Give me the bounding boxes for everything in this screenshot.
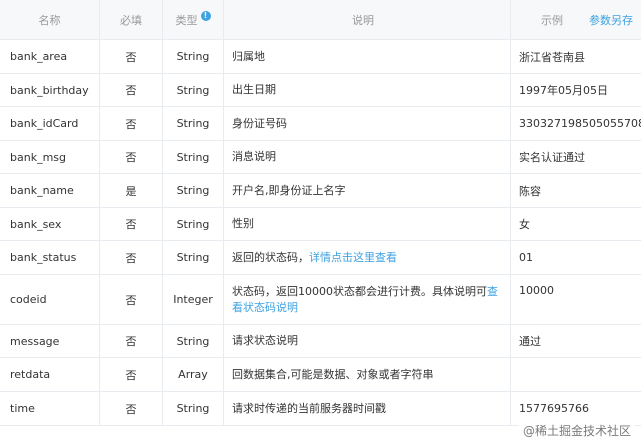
param-description: 消息说明 [224,141,511,173]
param-type: Integer [163,275,224,324]
param-required: 否 [100,40,163,73]
param-required: 否 [100,392,163,425]
param-name: bank_area [0,40,100,73]
param-type: Array [163,358,224,391]
table-row: bank_birthday 否 String 出生日期 1997年05月05日 [0,74,641,107]
param-example: 01 [519,251,533,264]
param-example: 女 [519,218,530,231]
param-type: String [163,40,224,73]
param-example: 实名认证通过 [519,151,585,164]
param-type: String [163,241,224,274]
param-name: codeid [0,275,100,324]
param-description: 身份证号码 [224,107,511,140]
param-name: bank_msg [0,141,100,173]
param-type: String [163,325,224,357]
param-name: time [0,392,100,425]
param-required: 否 [100,241,163,274]
param-type: String [163,141,224,173]
param-required: 否 [100,275,163,324]
param-name: retdata [0,358,100,391]
param-description: 状态码，返回10000状态都会进行计费。具体说明可查看状态码说明 [224,275,511,324]
table-row: codeid 否 Integer 状态码，返回10000状态都会进行计费。具体说明可查… [0,275,641,325]
description-link[interactable]: 详情点击这里查看 [309,251,397,264]
param-example: 浙江省苍南县 [519,50,585,64]
table-row: bank_name 是 String 开户名,即身份证上名字 陈容 [0,174,641,208]
param-description: 请求时传递的当前服务器时间戳 [224,392,511,425]
table-row: message 否 String 请求状态说明 通过 [0,325,641,358]
table-row: bank_idCard 否 String 身份证号码 33032719850505570… [0,107,641,141]
param-required: 否 [100,358,163,391]
table-row: retdata 否 Array 回数据集合,可能是数据、对象或者字符串 [0,358,641,392]
table-row: bank_status 否 String 返回的状态码，详情点击这里查看 01 [0,241,641,275]
param-type: String [163,174,224,207]
param-description: 回数据集合,可能是数据、对象或者字符串 [224,358,511,391]
header-description: 说明 [224,0,511,39]
header-type: 类型 ! [163,0,224,39]
watermark: @稀土掘金技术社区 [518,421,635,440]
header-example: 示例 参数另存 [541,12,633,28]
param-description: 返回的状态码，详情点击这里查看 [224,241,511,274]
param-type: String [163,107,224,140]
table-row: bank_area 否 String 归属地 浙江省苍南县 [0,40,641,74]
info-icon[interactable]: ! [200,10,211,21]
header-required: 必填 [100,0,163,39]
param-name: bank_sex [0,208,100,240]
param-required: 是 [100,174,163,207]
param-example [511,358,641,391]
param-required: 否 [100,107,163,140]
param-description: 性别 [224,208,511,240]
table-row: bank_msg 否 String 消息说明 实名认证通过 [0,141,641,174]
param-name: bank_birthday [0,74,100,106]
param-type: String [163,74,224,106]
param-example: 1997年05月05日 [519,84,608,97]
param-example: 陈容 [519,184,541,198]
param-name: bank_name [0,174,100,207]
param-description: 出生日期 [224,74,511,106]
param-name: bank_idCard [0,107,100,140]
param-required: 否 [100,141,163,173]
param-example: 10000 [519,284,554,297]
param-example: 通过 [519,335,541,348]
param-required: 否 [100,208,163,240]
param-required: 否 [100,74,163,106]
param-name: bank_status [0,241,100,274]
param-save-as-link[interactable]: 参数另存 [589,12,633,28]
table-header: 名称 必填 类型 ! 说明 示例 参数另存 [0,0,641,40]
param-description: 请求状态说明 [224,325,511,357]
param-description: 归属地 [224,40,511,73]
param-example: 330327198505055708 [519,117,641,130]
param-type: String [163,208,224,240]
table-row: bank_sex 否 String 性别女 [0,208,641,241]
param-name: message [0,325,100,357]
header-name: 名称 [0,0,100,39]
param-type: String [163,392,224,425]
param-description: 开户名,即身份证上名字 [224,174,511,207]
param-required: 否 [100,325,163,357]
